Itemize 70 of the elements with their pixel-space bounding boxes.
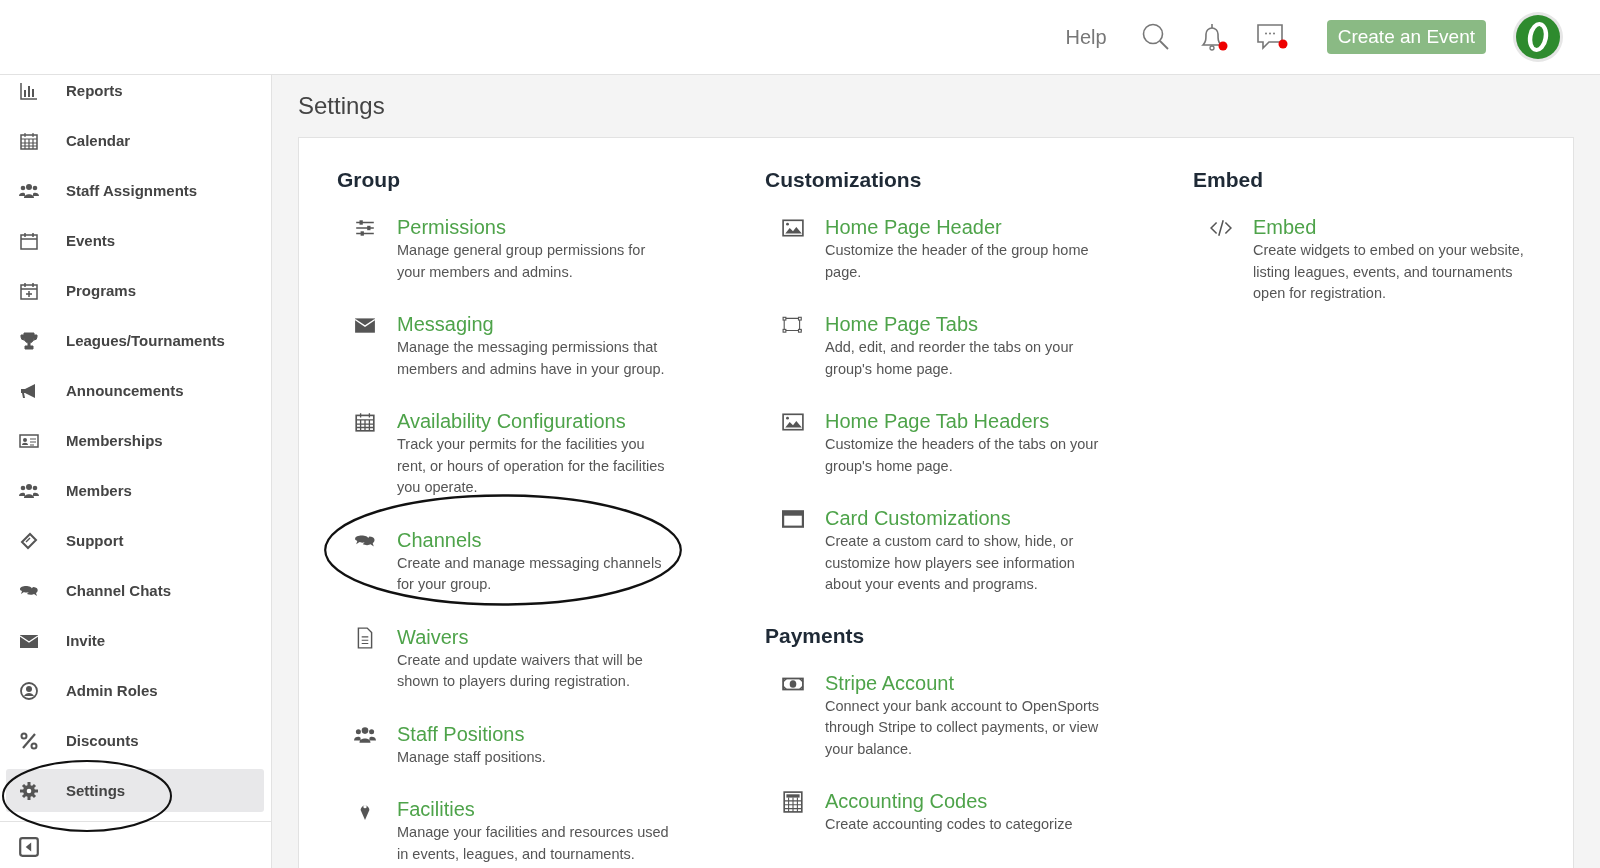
- sidebar-item[interactable]: Admin Roles: [6, 669, 264, 712]
- setting-description: Manage general group permissions for your members and admins.: [397, 241, 647, 282]
- sidebar-item[interactable]: Programs: [6, 269, 264, 312]
- page-title: Settings: [298, 92, 386, 120]
- setting-description: Create a custom card to show, hide, or customize how players see information about your events and programs.: [825, 532, 1076, 594]
- setting-description: Customize the headers of the tabs on your group's home page.: [825, 435, 1100, 476]
- setting-link[interactable]: Permissions: [397, 214, 506, 240]
- sidebar-item[interactable]: Staff Assignments: [6, 169, 264, 212]
- setting-link[interactable]: Waivers: [397, 623, 469, 650]
- setting-link[interactable]: Facilities: [397, 796, 475, 822]
- search-icon[interactable]: [1140, 22, 1171, 52]
- setting-link[interactable]: Home Page Header: [825, 214, 1002, 240]
- collapse-icon: [18, 836, 40, 858]
- setting-link[interactable]: Card Customizations: [825, 505, 1011, 531]
- ticket-icon: [19, 530, 39, 551]
- section-heading: Customizations: [765, 168, 923, 192]
- sidebar-item[interactable]: Settings: [6, 769, 264, 812]
- tabs-icon: [782, 314, 804, 336]
- sidebar-item[interactable]: Memberships: [6, 419, 264, 462]
- setting-link[interactable]: Channels: [397, 526, 482, 553]
- sidebar-item[interactable]: Members: [6, 469, 264, 512]
- setting-description: Manage the messaging permissions that members and admins have in your group.: [397, 338, 666, 379]
- setting-link[interactable]: Accounting Codes: [825, 788, 988, 814]
- sidebar-item[interactable]: Events: [6, 219, 264, 262]
- percent-icon: [19, 730, 39, 751]
- setting-link[interactable]: Home Page Tab Headers: [825, 408, 1050, 434]
- setting-description: Add, edit, and reorder the tabs on your group's home page.: [825, 338, 1075, 379]
- setting-description: Create and manage messaging channels for your group.: [397, 553, 663, 594]
- setting-description: Connect your bank account to OpenSports through Stripe to collect payments, or view your balance.: [825, 696, 1101, 759]
- chart-icon: [19, 80, 39, 101]
- setting-description: Manage staff positions.: [397, 747, 546, 767]
- cal-plus-icon: [19, 280, 39, 301]
- section-heading: Payments: [765, 623, 866, 648]
- image-icon: [782, 217, 804, 239]
- cal-blank-icon: [19, 230, 39, 251]
- calendar-icon: [19, 130, 39, 151]
- sidebar-item[interactable]: Leagues/Tournaments: [6, 319, 264, 362]
- setting-description: Create accounting codes to categorize: [825, 815, 1073, 834]
- chat-icon[interactable]: [1254, 21, 1289, 53]
- setting-link[interactable]: Messaging: [397, 311, 494, 337]
- sidebar-item[interactable]: Announcements: [6, 369, 264, 412]
- sidebar-item[interactable]: Reports: [6, 69, 264, 112]
- window-icon: [782, 508, 804, 530]
- sidebar-item[interactable]: Discounts: [6, 719, 264, 762]
- setting-description: Track your permits for the facilities you rent, or hours of operation for the facilities you operate.: [397, 435, 666, 497]
- sidebar-item[interactable]: Channel Chats: [6, 569, 264, 612]
- calendar-icon: [354, 411, 376, 433]
- sidebar-item[interactable]: Support: [6, 519, 264, 562]
- setting-description: Create and update waivers that will be shown to players during registration.: [397, 650, 644, 691]
- sidebar-item[interactable]: Calendar: [6, 119, 264, 162]
- sidebar-item[interactable]: Invite: [6, 619, 264, 662]
- trophy-icon: [19, 330, 39, 351]
- setting-description: Manage your facilities and resources used in events, leagues, and tournaments.: [397, 823, 670, 864]
- logo-icon[interactable]: [1512, 11, 1564, 63]
- setting-link[interactable]: Staff Positions: [397, 720, 525, 747]
- setting-description: Customize the header of the group home page.: [825, 241, 1090, 282]
- setting-link[interactable]: Stripe Account: [825, 669, 954, 696]
- section-heading: Group: [337, 168, 401, 192]
- calculator-icon: [782, 791, 804, 813]
- person-icon: [19, 680, 39, 701]
- setting-description: Create widgets to embed on your website, listing leagues, events, and tournaments open for registration.: [1253, 241, 1525, 303]
- code-icon: [1210, 217, 1232, 239]
- gear-icon: [19, 780, 39, 801]
- setting-link[interactable]: Availability Configurations: [397, 408, 626, 434]
- image-icon: [782, 411, 804, 433]
- sliders-icon: [354, 217, 376, 239]
- setting-link[interactable]: Embed: [1253, 214, 1317, 240]
- section-heading: Embed: [1193, 168, 1264, 192]
- help-link[interactable]: Help: [1065, 25, 1107, 49]
- setting-link[interactable]: Home Page Tabs: [825, 311, 979, 337]
